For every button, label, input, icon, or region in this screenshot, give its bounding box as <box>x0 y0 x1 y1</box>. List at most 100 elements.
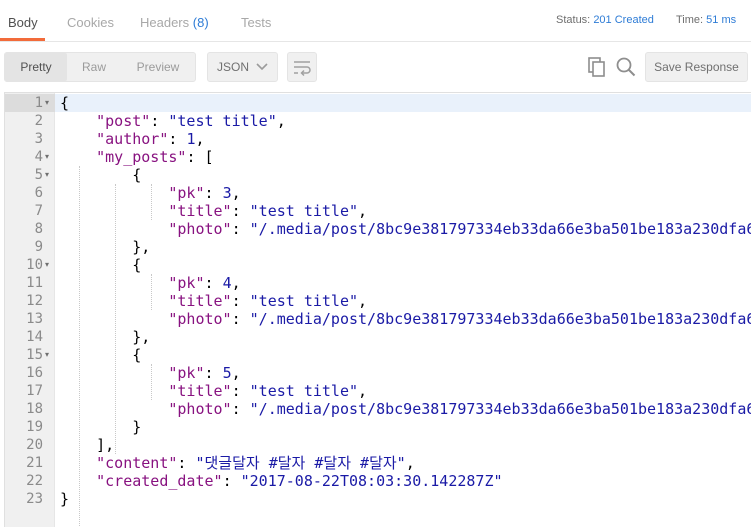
copy-icon[interactable] <box>585 55 609 79</box>
json-punctuation <box>60 400 168 418</box>
tab-cookies[interactable]: Cookies <box>67 15 114 30</box>
tab-tests[interactable]: Tests <box>241 15 271 30</box>
time-value[interactable]: 51 ms <box>706 14 736 26</box>
line-number: 3 <box>34 131 43 147</box>
line-number: 13 <box>26 311 43 327</box>
json-punctuation <box>60 274 168 292</box>
code-line: "title": "test title", <box>60 292 367 310</box>
json-string: "/.media/post/8bc9e381797334eb33da66e3ba… <box>249 220 751 238</box>
line-number: 9 <box>34 239 43 255</box>
json-punctuation: , <box>358 292 368 310</box>
code-line: ], <box>60 436 114 454</box>
code-line: "post": "test title", <box>60 112 286 130</box>
line-number: 21 <box>26 455 43 471</box>
json-key: "post" <box>96 112 151 130</box>
format-dropdown[interactable]: JSON <box>207 52 278 82</box>
line-number: 4 <box>34 149 43 165</box>
tab-body[interactable]: Body <box>8 15 38 30</box>
code-line: "photo": "/.media/post/8bc9e381797334eb3… <box>60 220 751 238</box>
json-key: "created_date" <box>96 472 223 490</box>
json-punctuation: , <box>405 454 415 472</box>
fold-arrow-icon[interactable]: ▾ <box>45 148 49 166</box>
json-punctuation <box>60 112 96 130</box>
view-mode-preview[interactable]: Preview <box>121 53 195 81</box>
json-punctuation: { <box>60 166 142 184</box>
fold-arrow-icon[interactable]: ▾ <box>45 166 49 184</box>
code-line: "my_posts": [ <box>60 148 213 166</box>
json-punctuation <box>60 148 96 166</box>
response-tabs-bar: Body Cookies Headers (8) Tests Status: 2… <box>0 0 751 42</box>
code-line: { <box>60 256 141 274</box>
code-line: } <box>60 418 141 436</box>
view-mode-raw[interactable]: Raw <box>67 53 121 81</box>
wrap-lines-icon <box>288 61 316 85</box>
line-number: 10 <box>26 257 43 273</box>
json-key: "title" <box>168 382 232 400</box>
line-number: 14 <box>26 329 43 345</box>
code-line: { <box>60 166 141 184</box>
json-key: "title" <box>168 202 232 220</box>
code-line: "content": "댓글달자 #달자 #달자 #달자", <box>60 454 415 472</box>
json-punctuation: : <box>222 472 241 490</box>
line-number: 8 <box>34 221 43 237</box>
line-number: 15 <box>26 347 43 363</box>
code-line: "created_date": "2017-08-22T08:03:30.142… <box>60 472 503 490</box>
fold-arrow-icon[interactable]: ▾ <box>45 256 49 274</box>
code-line: "title": "test title", <box>60 382 367 400</box>
active-line-highlight <box>5 94 751 112</box>
line-number: 23 <box>26 491 43 507</box>
tab-headers[interactable]: Headers (8) <box>140 15 209 30</box>
json-punctuation <box>60 220 168 238</box>
json-punctuation: : <box>204 364 223 382</box>
json-punctuation <box>60 130 96 148</box>
json-punctuation: : <box>231 400 250 418</box>
json-number: 4 <box>222 274 232 292</box>
response-body-editor[interactable]: 1 ▾{2 "post": "test title", 3 "author": 1,… <box>4 92 751 527</box>
json-string: "2017-08-22T08:03:30.142287Z" <box>240 472 503 490</box>
json-punctuation <box>60 364 168 382</box>
json-punctuation: : <box>231 220 250 238</box>
fold-arrow-icon[interactable]: ▾ <box>45 346 49 364</box>
code-line: "pk": 4, <box>60 274 241 292</box>
line-number: 7 <box>34 203 43 219</box>
line-number: 6 <box>34 185 43 201</box>
json-punctuation: , <box>231 274 241 292</box>
code-line: } <box>60 490 69 508</box>
wrap-lines-button[interactable] <box>287 52 317 82</box>
json-punctuation: : <box>231 382 250 400</box>
json-punctuation: : <box>231 202 250 220</box>
code-line: }, <box>60 238 150 256</box>
search-icon[interactable] <box>614 55 638 79</box>
json-punctuation <box>60 184 168 202</box>
json-punctuation <box>60 310 168 328</box>
json-punctuation: : <box>231 292 250 310</box>
json-punctuation <box>60 382 168 400</box>
json-punctuation: { <box>60 346 142 364</box>
view-mode-pretty[interactable]: Pretty <box>5 53 67 81</box>
view-mode-selector: Pretty Raw Preview <box>4 52 196 82</box>
json-punctuation <box>60 202 168 220</box>
save-response-button[interactable]: Save Response <box>645 52 748 82</box>
status-value[interactable]: 201 Created <box>593 14 654 26</box>
code-line: "pk": 5, <box>60 364 240 382</box>
active-tab-indicator <box>0 38 45 41</box>
json-punctuation: : <box>150 112 169 130</box>
json-key: "pk" <box>168 184 205 202</box>
tab-headers-label: Headers <box>140 15 190 30</box>
json-number: 3 <box>222 184 232 202</box>
json-key: "photo" <box>168 220 232 238</box>
status-indicator: Status: 201 Created <box>556 14 654 26</box>
line-number: 18 <box>26 401 43 417</box>
line-number: 20 <box>26 437 43 453</box>
json-punctuation: : <box>204 184 223 202</box>
json-string: "test title" <box>249 292 359 310</box>
code-line: { <box>60 346 141 364</box>
format-selected-value: JSON <box>217 60 250 74</box>
code-line: }, <box>60 328 150 346</box>
json-key: "photo" <box>168 400 232 418</box>
code-line: "title": "test title", <box>60 202 367 220</box>
fold-arrow-icon[interactable]: ▾ <box>45 94 49 112</box>
code-line: "photo": "/.media/post/8bc9e381797334eb3… <box>60 310 751 328</box>
json-punctuation: { <box>60 94 70 112</box>
json-string: "댓글달자 #달자 #달자 #달자" <box>195 454 406 472</box>
